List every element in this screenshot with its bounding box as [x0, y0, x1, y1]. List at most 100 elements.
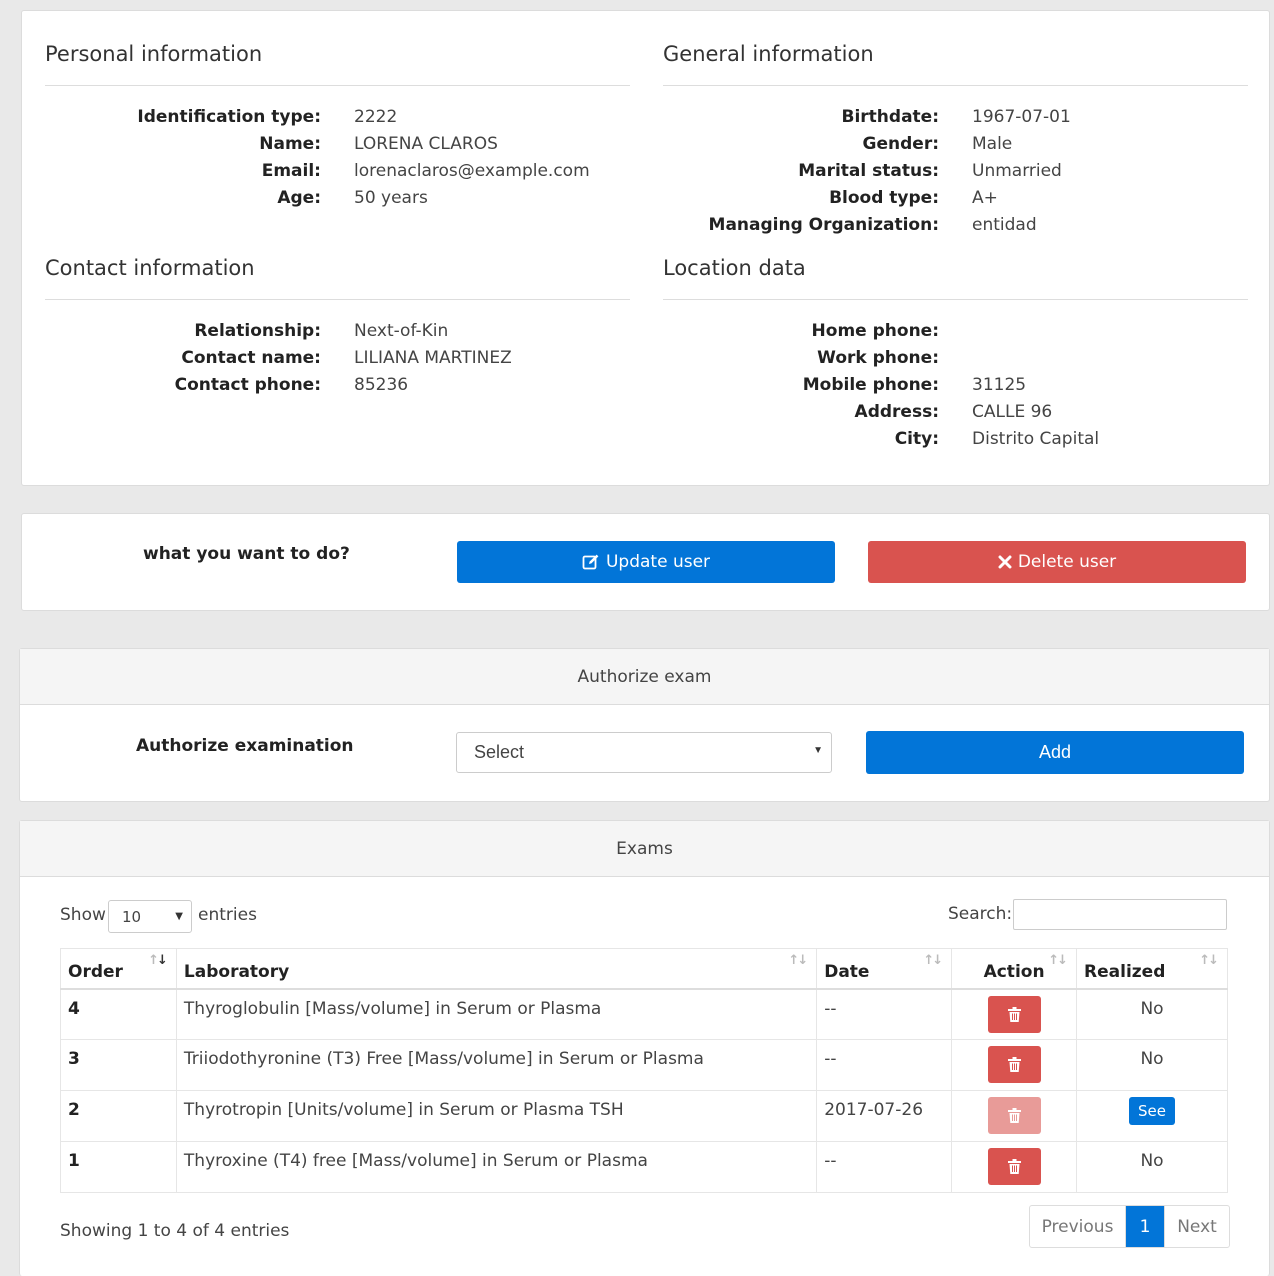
column-header-date[interactable]: Date ↑↓	[816, 948, 953, 990]
date-cell: 2017-07-26	[816, 1090, 953, 1142]
table-info: Showing 1 to 4 of 4 entries	[60, 1221, 290, 1241]
sort-icon: ↑↓	[1199, 953, 1219, 968]
previous-page-button[interactable]: Previous	[1030, 1206, 1126, 1247]
field-value: 1967-07-01	[972, 107, 1071, 127]
table-row: 4 Thyroglobulin [Mass/volume] in Serum o…	[60, 988, 1228, 1040]
edit-icon	[582, 554, 599, 570]
page-1-button[interactable]: 1	[1126, 1206, 1164, 1247]
trash-icon	[1007, 1057, 1021, 1072]
field-label: Email:	[261, 161, 321, 181]
sort-icon: ↑↓	[923, 953, 943, 968]
order-cell: 1	[60, 1141, 177, 1193]
field-value: 50 years	[354, 188, 428, 208]
column-header-action[interactable]: Action ↑↓	[951, 948, 1078, 990]
order-cell: 2	[60, 1090, 177, 1142]
realized-cell: See	[1076, 1090, 1228, 1142]
column-header-realized[interactable]: Realized ↑↓	[1076, 948, 1228, 990]
table-row: 1 Thyroxine (T4) free [Mass/volume] in S…	[60, 1141, 1228, 1193]
delete-exam-button[interactable]	[987, 1046, 1041, 1083]
column-header-label: Action	[983, 962, 1045, 983]
column-header-label: Order	[68, 962, 123, 983]
trash-icon	[1007, 1006, 1021, 1022]
pagination: Previous 1 Next	[1029, 1205, 1230, 1248]
field-label: Name:	[259, 134, 321, 154]
date-cell: --	[816, 1141, 953, 1193]
field-label: Home phone:	[811, 321, 939, 341]
table-row: 3 Triiodothyronine (T3) Free [Mass/volum…	[60, 1039, 1228, 1091]
field-value: 31125	[972, 375, 1027, 395]
field-value: LORENA CLAROS	[354, 134, 498, 154]
action-cell	[951, 1039, 1078, 1091]
action-cell	[951, 988, 1078, 1040]
laboratory-cell: Thyrotropin [Units/volume] in Serum or P…	[175, 1090, 818, 1142]
sort-asc-icon: ↑↓	[148, 953, 168, 968]
page-length-value: 10	[122, 907, 142, 926]
field-label: Marital status:	[798, 161, 939, 181]
field-value: 85236	[354, 375, 409, 395]
realized-cell: No	[1076, 988, 1228, 1040]
caret-down-icon: ▼	[175, 911, 183, 922]
exam-select-value: Select	[474, 742, 525, 762]
delete-exam-button-disabled	[987, 1097, 1041, 1134]
search-input[interactable]	[1013, 899, 1227, 930]
actions-prompt: what you want to do?	[143, 544, 350, 564]
authorize-examination-label: Authorize examination	[136, 736, 354, 756]
trash-icon	[1007, 1108, 1021, 1123]
add-exam-label: Add	[1038, 742, 1072, 762]
delete-exam-button[interactable]	[987, 1148, 1041, 1185]
see-result-button[interactable]: See	[1129, 1097, 1175, 1125]
general-info-title: General information	[663, 42, 874, 66]
authorize-exam-card: Authorize exam Authorize examination Sel…	[19, 648, 1270, 802]
column-header-laboratory[interactable]: Laboratory ↑↓	[175, 948, 818, 990]
field-label: City:	[894, 429, 939, 449]
delete-user-label: Delete user	[1017, 552, 1117, 572]
field-value: lorenaclaros@example.com	[354, 161, 590, 181]
field-label: Blood type:	[829, 188, 939, 208]
divider	[45, 85, 630, 86]
field-value: Male	[972, 134, 1013, 154]
date-cell: --	[816, 988, 953, 1040]
laboratory-cell: Triiodothyronine (T3) Free [Mass/volume]…	[175, 1039, 818, 1091]
exam-select[interactable]: Select ▼	[456, 732, 832, 773]
divider	[663, 299, 1248, 300]
delete-user-button[interactable]: Delete user	[868, 541, 1246, 583]
page-length-select[interactable]: 10 ▼	[108, 900, 192, 933]
next-page-button[interactable]: Next	[1164, 1206, 1229, 1247]
field-label: Gender:	[862, 134, 939, 154]
laboratory-cell: Thyroglobulin [Mass/volume] in Serum or …	[175, 988, 818, 1040]
date-cell: --	[816, 1039, 953, 1091]
field-label: Age:	[277, 188, 321, 208]
field-label: Managing Organization:	[708, 215, 939, 235]
entries-label: entries	[198, 905, 257, 925]
field-value: A+	[972, 188, 998, 208]
table-header-row: Order ↑↓ Laboratory ↑↓ Date ↑↓ Action ↑↓…	[60, 948, 1228, 990]
update-user-button[interactable]: Update user	[457, 541, 835, 583]
field-value: Distrito Capital	[972, 429, 1100, 449]
field-value: CALLE 96	[972, 402, 1053, 422]
field-value: LILIANA MARTINEZ	[354, 348, 512, 368]
field-label: Birthdate:	[841, 107, 940, 127]
field-value: 2222	[354, 107, 398, 127]
search-label: Search:	[948, 904, 1013, 924]
sort-icon: ↑↓	[788, 953, 808, 968]
column-header-label: Date	[824, 962, 870, 983]
delete-exam-button[interactable]	[987, 995, 1041, 1033]
column-header-order[interactable]: Order ↑↓	[60, 948, 177, 990]
field-label: Address:	[854, 402, 939, 422]
exams-table: Order ↑↓ Laboratory ↑↓ Date ↑↓ Action ↑↓…	[60, 948, 1228, 1193]
trash-icon	[1007, 1159, 1021, 1174]
field-label: Mobile phone:	[802, 375, 939, 395]
field-label: Contact phone:	[174, 375, 321, 395]
add-exam-button[interactable]: Add	[866, 731, 1244, 774]
laboratory-cell: Thyroxine (T4) free [Mass/volume] in Ser…	[175, 1141, 818, 1193]
times-icon	[998, 555, 1012, 569]
action-cell	[951, 1090, 1078, 1142]
divider	[663, 85, 1248, 86]
field-label: Identification type:	[137, 107, 321, 127]
realized-cell: No	[1076, 1039, 1228, 1091]
patient-info-card: Personal information Identification type…	[21, 10, 1270, 486]
order-cell: 4	[60, 988, 177, 1040]
field-label: Work phone:	[817, 348, 939, 368]
contact-info-title: Contact information	[45, 256, 255, 280]
field-value: entidad	[972, 215, 1037, 235]
